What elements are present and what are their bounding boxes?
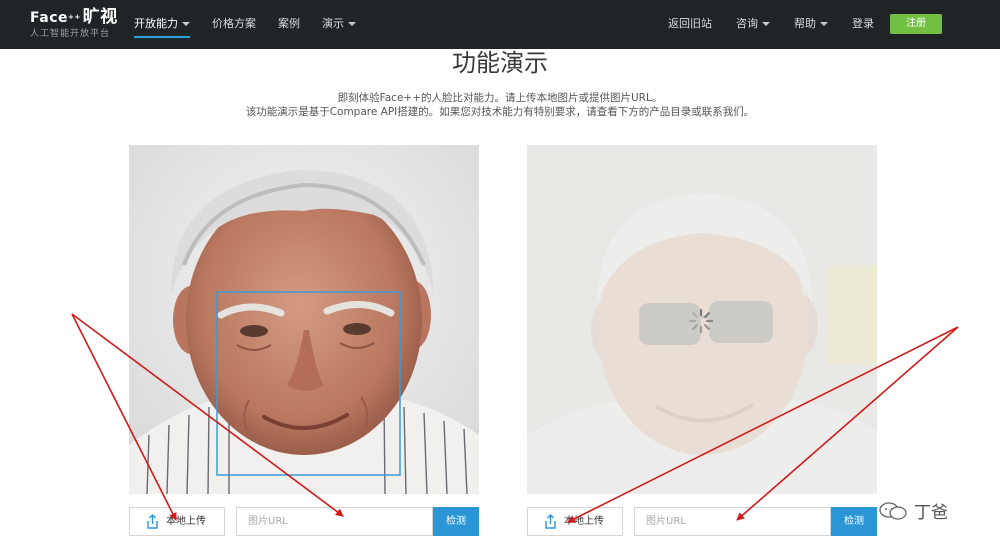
main-nav: 开放能力 价格方案 案例 演示 (134, 0, 378, 49)
left-photo (129, 145, 479, 494)
upload-icon (147, 514, 158, 529)
upload-label: 本地上传 (166, 516, 206, 527)
nav-label: 开放能力 (134, 17, 178, 30)
logo-plus: ++ (67, 13, 81, 21)
logo-title: Face++ 旷视 (30, 7, 118, 27)
chevron-down-icon (182, 22, 190, 26)
left-uploader: 本地上传 检测 (129, 507, 479, 536)
nav-consult[interactable]: 咨询 (736, 0, 770, 49)
right-detect-button[interactable]: 检测 (831, 507, 877, 536)
upload-icon (545, 514, 556, 529)
nav-demo[interactable]: 演示 (322, 0, 356, 49)
right-url-input[interactable] (634, 507, 831, 536)
upload-label: 本地上传 (564, 516, 604, 527)
nav-help[interactable]: 帮助 (794, 0, 828, 49)
left-detect-button[interactable]: 检测 (433, 507, 479, 536)
nav-label: 登录 (852, 17, 874, 30)
chevron-down-icon (820, 22, 828, 26)
nav-label: 帮助 (794, 17, 816, 30)
watermark: 丁爸 (878, 498, 948, 523)
watermark-text: 丁爸 (914, 503, 948, 523)
right-photo (527, 145, 877, 494)
logo[interactable]: Face++ 旷视 人工智能开放平台 (30, 9, 118, 40)
nav-label: 咨询 (736, 17, 758, 30)
logo-cn: 旷视 (82, 7, 118, 27)
chevron-down-icon (348, 22, 356, 26)
left-local-upload-button[interactable]: 本地上传 (129, 507, 225, 536)
register-button[interactable]: 注册 (890, 14, 942, 34)
nav-cases[interactable]: 案例 (278, 0, 300, 49)
page-description-line1: 即刻体验Face++的人脸比对能力。请上传本地图片或提供图片URL。 (337, 92, 663, 104)
secondary-nav: 返回旧站 咨询 帮助 登录 (668, 0, 898, 49)
chevron-down-icon (762, 22, 770, 26)
top-navbar: Face++ 旷视 人工智能开放平台 开放能力 价格方案 案例 演示 返回旧站 咨… (0, 0, 1000, 49)
page-title: 功能演示 (452, 49, 548, 77)
logo-brand: Face (30, 10, 68, 26)
nav-label: 返回旧站 (668, 17, 712, 30)
nav-login[interactable]: 登录 (852, 0, 874, 49)
right-uploader: 本地上传 检测 (527, 507, 877, 536)
nav-label: 案例 (278, 17, 300, 30)
page-description-line2: 该功能演示是基于Compare API搭建的。如果您对技术能力有特别要求，请查看… (245, 106, 755, 118)
left-url-input[interactable] (236, 507, 433, 536)
nav-open-capabilities[interactable]: 开放能力 (134, 0, 190, 49)
nav-label: 演示 (322, 17, 344, 30)
logo-subtitle: 人工智能开放平台 (30, 29, 111, 39)
right-local-upload-button[interactable]: 本地上传 (527, 507, 623, 536)
nav-pricing[interactable]: 价格方案 (212, 0, 256, 49)
nav-label: 价格方案 (212, 17, 256, 30)
nav-back-old-site[interactable]: 返回旧站 (668, 0, 712, 49)
wechat-icon (879, 501, 907, 520)
